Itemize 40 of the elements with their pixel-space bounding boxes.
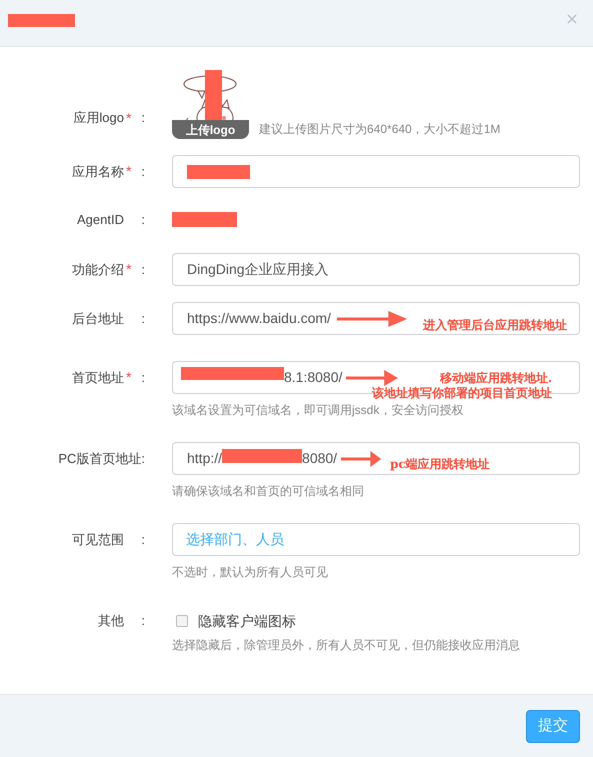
- required-asterisk: *: [126, 260, 132, 279]
- hint-text: 请确保该域名和首页的可信域名相同: [172, 483, 365, 500]
- checkbox[interactable]: [176, 615, 188, 627]
- colon-mark: :: [140, 109, 145, 128]
- checkbox-label[interactable]: 隐藏客户端图标: [198, 610, 296, 632]
- field-label: 功能介绍: [72, 260, 124, 279]
- field-label: PC版首页地址:: [58, 450, 145, 468]
- close-icon: [567, 14, 577, 24]
- hint-text: 选择隐藏后，除管理员外，所有人员不可见，但仍能接收应用消息: [172, 637, 521, 654]
- annotation-text: pc端应用跳转地址: [390, 457, 490, 472]
- required-asterisk: *: [126, 368, 132, 387]
- upload-logo-button[interactable]: 上传logo: [172, 120, 249, 139]
- field-label: 应用logo: [73, 109, 124, 128]
- required-asterisk: *: [126, 162, 132, 181]
- required-asterisk: *: [126, 108, 132, 128]
- redaction-bar: [172, 212, 237, 227]
- colon-mark: :: [140, 162, 145, 181]
- field-label: 可见范围: [72, 530, 124, 549]
- colon-mark: :: [140, 368, 145, 387]
- hint-text: 该域名设置为可信域名，即可调用jssdk，安全访问授权: [172, 402, 464, 419]
- input-field[interactable]: [172, 155, 580, 188]
- field-label: AgentID: [77, 210, 124, 229]
- colon-mark: :: [140, 530, 145, 549]
- annotation-arrow: [341, 450, 382, 468]
- hint-text: 建议上传图片尺寸为640*640，大小不超过1M: [259, 121, 500, 138]
- colon-mark: :: [140, 612, 145, 630]
- field-label: 首页地址: [72, 368, 124, 387]
- annotation-arrow: [336, 310, 407, 328]
- annotation-text: 移动端应用跳转地址.: [440, 371, 552, 386]
- field-label: 其他: [98, 612, 124, 630]
- hint-text: 不选时，默认为所有人员可见: [172, 564, 329, 581]
- redaction-bar: [187, 164, 250, 178]
- annotation-arrow: [346, 368, 398, 386]
- colon-mark: :: [140, 310, 145, 328]
- input-field[interactable]: DingDing企业应用接入: [172, 253, 580, 286]
- field-label: 应用名称: [72, 162, 124, 181]
- colon-mark: :: [140, 260, 145, 279]
- field-label: 后台地址: [72, 310, 124, 328]
- colon-mark: :: [140, 210, 145, 229]
- annotation-text: 进入管理后台应用跳转地址: [423, 318, 567, 333]
